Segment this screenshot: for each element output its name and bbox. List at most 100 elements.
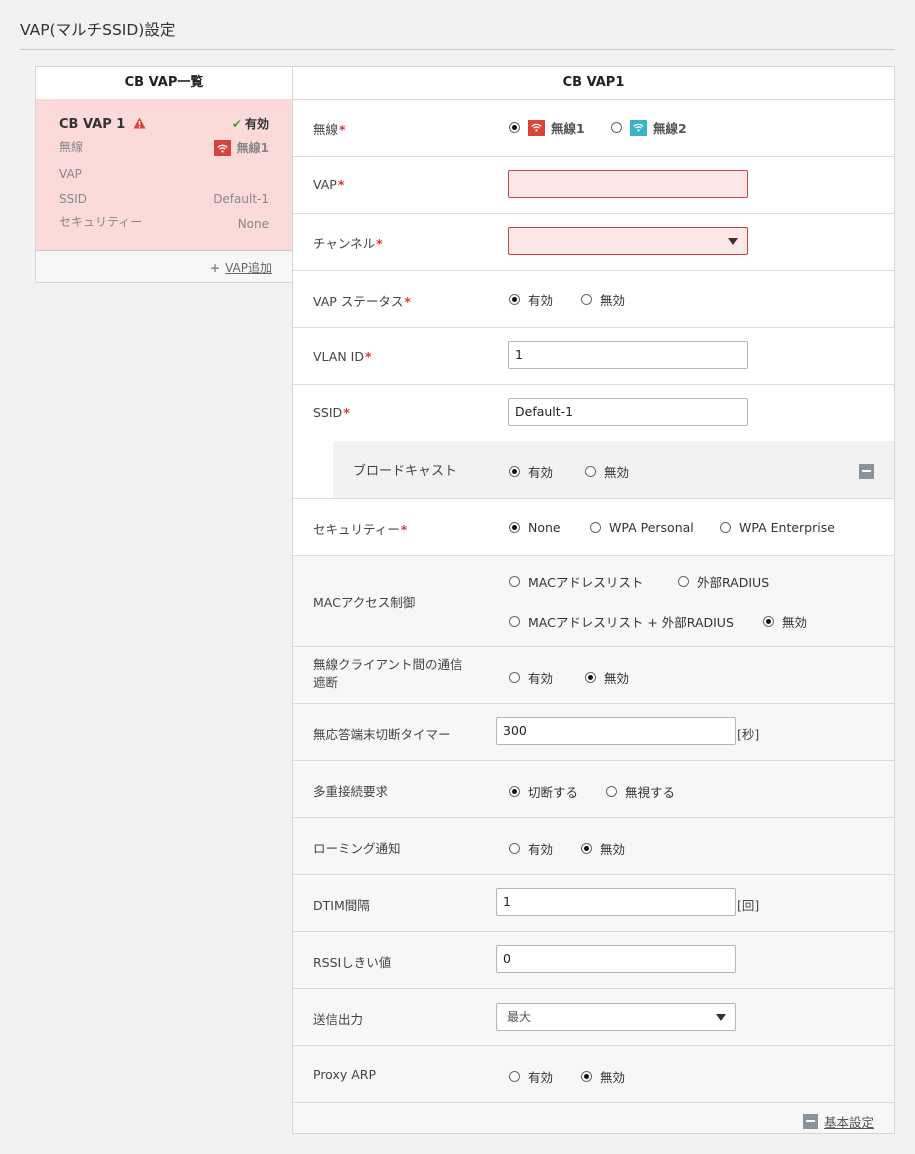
radio-indicator	[611, 122, 622, 133]
radio-label: 無効	[604, 671, 630, 686]
vap-form-header: CB VAP1	[293, 67, 894, 100]
basic-settings-link[interactable]: 基本設定	[802, 1112, 874, 1131]
vap-card-radio-label: 無線	[59, 140, 84, 154]
mac-access-label: MACアクセス制御	[313, 595, 416, 610]
radio-mac-radius[interactable]: 外部RADIUS	[678, 572, 769, 591]
multi-connect-label: 多重接続要求	[313, 784, 389, 799]
radio-indicator	[720, 522, 731, 533]
row-rssi: RSSIしきい値 0	[293, 932, 894, 989]
row-tx-power: 送信出力 最大	[293, 989, 894, 1046]
vap-card-vap-label: VAP	[59, 167, 82, 181]
radio-security-wpa-enterprise[interactable]: WPA Enterprise	[720, 520, 835, 535]
radio-wireless-1[interactable]: 無線1	[509, 118, 585, 137]
radio-security-wpa-personal[interactable]: WPA Personal	[590, 520, 694, 535]
radio-indicator	[509, 616, 520, 627]
radio-indicator	[581, 294, 592, 305]
radio-indicator	[763, 616, 774, 627]
radio-indicator	[509, 576, 520, 587]
broadcast-label: ブロードキャスト	[353, 464, 458, 479]
radio-multi-connect-ignore[interactable]: 無視する	[606, 782, 675, 801]
tx-power-value: 最大	[507, 1010, 532, 1024]
radio-vap-status-disabled[interactable]: 無効	[581, 290, 625, 309]
radio-isolation-disabled[interactable]: 無効	[585, 668, 629, 687]
vap-list-panel: CB VAP一覧 CB VAP 1 ✔ 有効 無線 無線1 VAP SSID D…	[35, 66, 293, 283]
radio-label: MACアドレスリスト + 外部RADIUS	[528, 615, 734, 630]
channel-select[interactable]	[508, 227, 748, 255]
radio-wireless-2[interactable]: 無線2	[611, 118, 687, 137]
wifi-red-icon	[213, 140, 231, 156]
radio-indicator	[509, 672, 520, 683]
dtim-input[interactable]: 1	[496, 888, 736, 916]
radio-roaming-enabled[interactable]: 有効	[509, 839, 553, 858]
check-icon: ✔	[231, 117, 242, 131]
tx-power-select[interactable]: 最大	[496, 1003, 736, 1031]
collapse-icon[interactable]	[859, 464, 874, 479]
vap-card-security-value: None	[237, 217, 269, 231]
radio-label: 外部RADIUS	[697, 575, 770, 590]
vlan-id-label: VLAN ID*	[313, 349, 372, 364]
wireless-label: 無線*	[313, 122, 346, 137]
row-vap: VAP*	[293, 157, 894, 214]
radio-security-none[interactable]: None	[509, 520, 561, 535]
radio-mac-disabled[interactable]: 無効	[763, 612, 807, 631]
radio-label: 切断する	[528, 785, 579, 800]
inactivity-timer-input[interactable]: 300	[496, 717, 736, 745]
radio-isolation-enabled[interactable]: 有効	[509, 668, 553, 687]
radio-mac-list[interactable]: MACアドレスリスト	[509, 572, 643, 591]
radio-mac-list-radius[interactable]: MACアドレスリスト + 外部RADIUS	[509, 612, 734, 631]
row-ssid: SSID* Default-1 ブロードキャスト 有効 無効	[293, 385, 894, 499]
security-label: セキュリティー*	[313, 522, 408, 537]
warning-icon	[133, 115, 146, 135]
radio-label: 有効	[528, 1070, 554, 1085]
row-channel: チャンネル*	[293, 214, 894, 271]
radio-broadcast-disabled[interactable]: 無効	[585, 462, 629, 481]
radio-broadcast-enabled[interactable]: 有効	[509, 462, 553, 481]
row-client-isolation: 無線クライアント間の通信 遮断 有効 無効	[293, 647, 894, 704]
row-proxy-arp: Proxy ARP 有効 無効	[293, 1046, 894, 1103]
inactivity-timer-unit: [秒]	[737, 727, 760, 742]
radio-indicator	[590, 522, 601, 533]
radio-indicator	[678, 576, 689, 587]
vap-list-item[interactable]: CB VAP 1 ✔有効 無線 無線1 VAP SSID Default-1	[36, 99, 292, 251]
chevron-down-icon	[728, 238, 738, 245]
rssi-label: RSSIしきい値	[313, 955, 392, 970]
radio-multi-connect-disconnect[interactable]: 切断する	[509, 782, 578, 801]
broadcast-subrow: ブロードキャスト 有効 無効	[333, 441, 894, 498]
add-vap-label: VAP追加	[225, 261, 272, 275]
form-footer: 基本設定	[293, 1103, 894, 1133]
radio-indicator	[509, 843, 520, 854]
radio-indicator	[509, 294, 520, 305]
ssid-input[interactable]: Default-1	[508, 398, 748, 426]
radio-proxy-arp-disabled[interactable]: 無効	[581, 1067, 625, 1086]
rssi-input[interactable]: 0	[496, 945, 736, 973]
vap-input[interactable]	[508, 170, 748, 198]
client-isolation-label: 無線クライアント間の通信 遮断	[313, 657, 463, 690]
vap-status-label: VAP ステータス*	[313, 294, 411, 309]
radio-indicator	[581, 1071, 592, 1082]
radio-label: 無効	[600, 293, 626, 308]
row-roaming: ローミング通知 有効 無効	[293, 818, 894, 875]
radio-proxy-arp-enabled[interactable]: 有効	[509, 1067, 553, 1086]
tx-power-label: 送信出力	[313, 1012, 364, 1027]
radio-indicator	[585, 672, 596, 683]
radio-wireless-1-label: 無線1	[551, 121, 585, 136]
radio-roaming-disabled[interactable]: 無効	[581, 839, 625, 858]
radio-indicator	[606, 786, 617, 797]
radio-vap-status-enabled[interactable]: 有効	[509, 290, 553, 309]
radio-label: WPA Personal	[609, 520, 694, 535]
vap-card-ssid-label: SSID	[59, 192, 88, 206]
vlan-id-input[interactable]: 1	[508, 341, 748, 369]
ssid-label: SSID*	[313, 405, 350, 420]
vap-list-header: CB VAP一覧	[36, 67, 292, 100]
proxy-arp-label: Proxy ARP	[313, 1067, 376, 1082]
radio-label: 有効	[528, 465, 554, 480]
vap-card-security-label: セキュリティー	[59, 215, 143, 229]
radio-indicator	[509, 466, 520, 477]
vap-card-ssid-value: Default-1	[213, 192, 269, 206]
add-vap-row: + VAP追加	[36, 251, 292, 282]
roaming-label: ローミング通知	[313, 841, 401, 856]
minus-icon	[802, 1114, 818, 1129]
add-vap-link[interactable]: + VAP追加	[210, 259, 272, 276]
plus-icon: +	[210, 261, 221, 275]
radio-label: 無視する	[625, 785, 676, 800]
